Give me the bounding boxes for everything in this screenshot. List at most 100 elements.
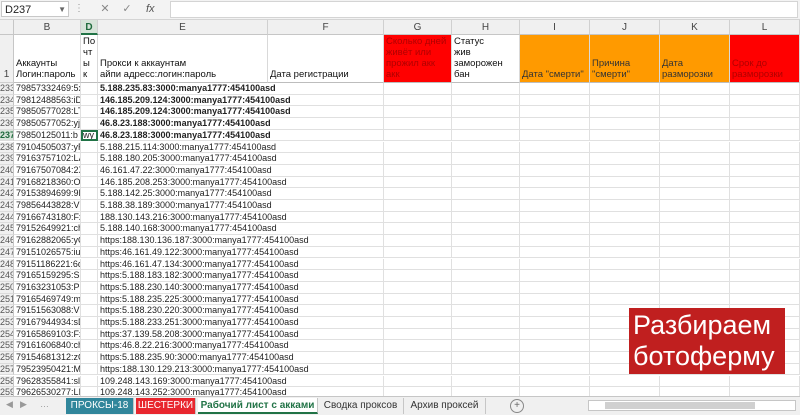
cell-l[interactable] — [730, 223, 800, 236]
cell-g[interactable] — [384, 363, 452, 376]
cell-j[interactable] — [590, 129, 660, 142]
scrollbar-thumb[interactable] — [605, 402, 755, 409]
account-cell[interactable]: 79168218360:OHx\ — [14, 176, 81, 189]
cell-g[interactable] — [384, 246, 452, 259]
account-cell[interactable]: 79161606840:chTj0 — [14, 340, 81, 353]
row-number[interactable]: 249 — [0, 270, 14, 282]
mail-cell[interactable] — [81, 223, 98, 236]
account-cell[interactable]: 79153894699:9kW( — [14, 188, 81, 200]
cell-h[interactable] — [452, 83, 520, 95]
sheet-tab[interactable]: Архив проксей — [404, 398, 486, 414]
cell-g[interactable] — [384, 281, 452, 294]
account-cell[interactable]: 79812488563:iDl3le — [14, 94, 81, 107]
row-number[interactable]: 254 — [0, 328, 14, 341]
column-header-b[interactable]: B — [14, 20, 81, 35]
cell-l[interactable] — [730, 94, 800, 107]
account-cell[interactable]: 79165159295:SNX8 — [14, 270, 81, 282]
cell-f[interactable] — [268, 129, 384, 142]
cell-g[interactable] — [384, 270, 452, 282]
row-number[interactable]: 239 — [0, 153, 14, 165]
cell-g[interactable] — [384, 118, 452, 130]
cell-f[interactable] — [268, 188, 384, 200]
cell-g[interactable] — [384, 375, 452, 388]
row-number[interactable]: 250 — [0, 281, 14, 294]
cell-h[interactable] — [452, 164, 520, 177]
cell-k[interactable] — [660, 246, 730, 259]
mail-cell[interactable] — [81, 328, 98, 341]
cell-j[interactable] — [590, 188, 660, 200]
account-cell[interactable]: 79628355841:sl:my: — [14, 375, 81, 388]
header-cell-d[interactable]: По чт ы к — [81, 35, 98, 83]
cell-g[interactable] — [384, 235, 452, 247]
cell-k[interactable] — [660, 223, 730, 236]
cell-k[interactable] — [660, 94, 730, 107]
cell-k[interactable] — [660, 270, 730, 282]
header-cell-f[interactable]: Дата регистрации — [268, 35, 384, 83]
cell-g[interactable] — [384, 293, 452, 306]
cell-g[interactable] — [384, 153, 452, 165]
row-number[interactable]: 233 — [0, 83, 14, 95]
cell-i[interactable] — [520, 235, 590, 247]
cell-f[interactable] — [268, 235, 384, 247]
cell-f[interactable] — [268, 200, 384, 212]
cell-j[interactable] — [590, 246, 660, 259]
mail-cell[interactable] — [81, 94, 98, 107]
cell-g[interactable] — [384, 129, 452, 142]
account-cell[interactable]: 79165869103:Fxg4r — [14, 328, 81, 341]
column-header-f[interactable]: F — [268, 20, 384, 35]
mail-cell[interactable]: wy — [81, 129, 98, 142]
column-header-l[interactable]: L — [730, 20, 800, 35]
account-cell[interactable]: 79151026575:iuyjpf — [14, 246, 81, 259]
cell-h[interactable] — [452, 94, 520, 107]
account-cell[interactable]: 79166743180:Fxrzk — [14, 211, 81, 224]
cell-j[interactable] — [590, 270, 660, 282]
row-number[interactable]: 244 — [0, 211, 14, 224]
cell-l[interactable] — [730, 293, 800, 306]
cell-i[interactable] — [520, 223, 590, 236]
cell-h[interactable] — [452, 176, 520, 189]
cell-j[interactable] — [590, 200, 660, 212]
cell-i[interactable] — [520, 188, 590, 200]
cell-k[interactable] — [660, 281, 730, 294]
row-number[interactable]: 247 — [0, 246, 14, 259]
cell-j[interactable] — [590, 281, 660, 294]
header-cell-i[interactable]: Дата "смерти" — [520, 35, 590, 83]
account-cell[interactable]: 79850125011:b — [14, 129, 81, 142]
cell-h[interactable] — [452, 293, 520, 306]
cell-i[interactable] — [520, 328, 590, 341]
cell-h[interactable] — [452, 153, 520, 165]
cell-f[interactable] — [268, 141, 384, 154]
previous-sheet-icon[interactable]: ◀ — [6, 399, 13, 410]
header-cell-l[interactable]: Срок до разморозки — [730, 35, 800, 83]
cell-g[interactable] — [384, 164, 452, 177]
mail-cell[interactable] — [81, 118, 98, 130]
cell-h[interactable] — [452, 106, 520, 119]
cell-h[interactable] — [452, 340, 520, 353]
mail-cell[interactable] — [81, 235, 98, 247]
cell-f[interactable] — [268, 281, 384, 294]
cell-g[interactable] — [384, 106, 452, 119]
cell-g[interactable] — [384, 317, 452, 329]
cell-i[interactable] — [520, 305, 590, 317]
row-number[interactable]: 245 — [0, 223, 14, 236]
row-number[interactable]: 246 — [0, 235, 14, 247]
cell-g[interactable] — [384, 141, 452, 154]
cell-l[interactable] — [730, 270, 800, 282]
cell-h[interactable] — [452, 305, 520, 317]
cell-g[interactable] — [384, 176, 452, 189]
cell-g[interactable] — [384, 340, 452, 353]
cell-j[interactable] — [590, 164, 660, 177]
cell-i[interactable] — [520, 340, 590, 353]
cell-g[interactable] — [384, 211, 452, 224]
more-sheets-icon[interactable]: … — [40, 399, 49, 409]
column-header-d[interactable]: D — [81, 20, 98, 35]
row-number[interactable]: 243 — [0, 200, 14, 212]
column-header-h[interactable]: H — [452, 20, 520, 35]
cell-h[interactable] — [452, 211, 520, 224]
cell-k[interactable] — [660, 141, 730, 154]
cell-k[interactable] — [660, 375, 730, 388]
cell-g[interactable] — [384, 305, 452, 317]
cell-i[interactable] — [520, 94, 590, 107]
cell-f[interactable] — [268, 164, 384, 177]
account-cell[interactable]: 79167944934:sDuM — [14, 317, 81, 329]
